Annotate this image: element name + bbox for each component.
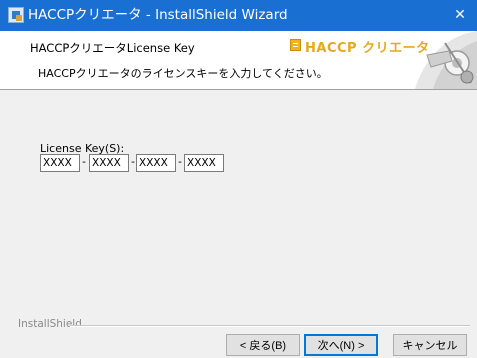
next-button[interactable]: 次へ(N) > <box>304 334 378 356</box>
license-key-field-4[interactable] <box>184 154 224 172</box>
license-key-field-3[interactable] <box>136 154 176 172</box>
installshield-label: InstallShield <box>18 318 82 330</box>
key-separator: - <box>82 155 86 168</box>
key-separator: - <box>178 155 182 168</box>
license-key-field-1[interactable] <box>40 154 80 172</box>
license-key-field-2[interactable] <box>89 154 129 172</box>
back-button[interactable]: < 戻る(B) <box>226 334 300 356</box>
document-icon <box>290 39 301 51</box>
brand-logo: HACCP クリエータ <box>290 37 429 56</box>
page-title: HACCPクリエータLicense Key <box>30 41 195 55</box>
installer-app-icon <box>8 7 24 23</box>
window-title: HACCPクリエータ - InstallShield Wizard <box>28 7 288 23</box>
key-separator: - <box>131 155 135 168</box>
footer-divider <box>70 325 470 327</box>
title-bar: HACCPクリエータ - InstallShield Wizard ✕ <box>0 0 477 31</box>
page-description: HACCPクリエータのライセンスキーを入力してください。 <box>38 67 328 80</box>
close-icon[interactable]: ✕ <box>443 0 477 31</box>
cancel-button[interactable]: キャンセル <box>393 334 467 356</box>
header-decoration-graphic <box>397 31 477 89</box>
wizard-header: HACCPクリエータLicense Key HACCPクリエータのライセンスキー… <box>0 31 477 90</box>
